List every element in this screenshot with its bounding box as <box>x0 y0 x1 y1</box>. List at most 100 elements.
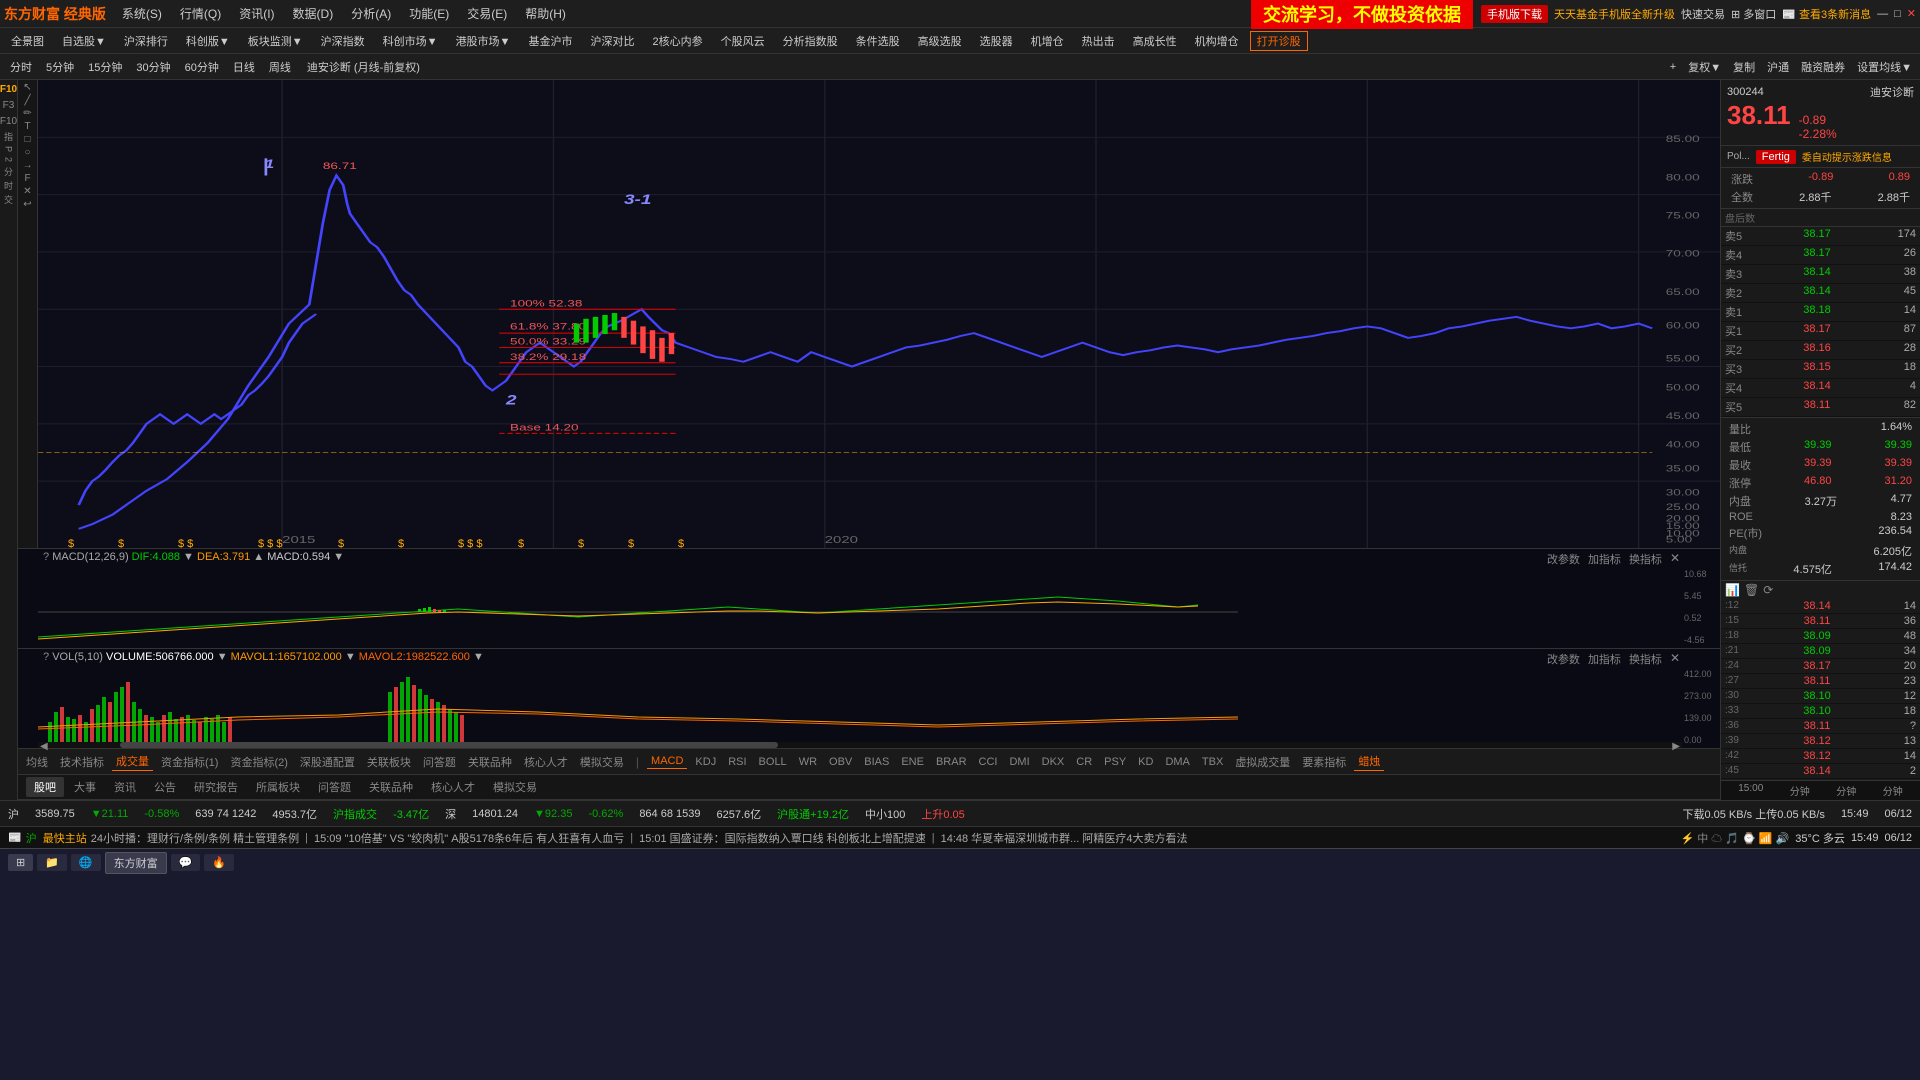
ind-tab-related[interactable]: 关联品种 <box>464 753 516 771</box>
nav-system[interactable]: 系统(S) <box>114 3 170 24</box>
quick-trade[interactable]: 快速交易 <box>1681 6 1725 22</box>
ind-cci[interactable]: CCI <box>975 755 1002 769</box>
nav-analysis[interactable]: 分析(A) <box>343 3 399 24</box>
ind-kd[interactable]: KD <box>1134 755 1157 769</box>
tab-events[interactable]: 大事 <box>66 777 104 797</box>
tab-simulate[interactable]: 模拟交易 <box>485 777 545 797</box>
ind-tab-qa[interactable]: 问答题 <box>419 753 460 771</box>
scroll-right[interactable]: ▶ <box>1672 741 1680 752</box>
draw-pen[interactable]: ✏ <box>23 108 31 119</box>
multi-screen[interactable]: ⊞ 多窗口 <box>1731 6 1776 22</box>
news-text3[interactable]: 15:01 国盛证券：国际指数纳入覃口线 科创板北上增配提速 <box>639 830 926 846</box>
sidebar-indicator2[interactable]: 2 <box>4 155 14 164</box>
ind-ene[interactable]: ENE <box>897 755 928 769</box>
ind-rsi[interactable]: RSI <box>724 755 750 769</box>
zoom-in-icon[interactable]: + <box>1666 60 1680 74</box>
draw-clear[interactable]: ✕ <box>23 186 31 197</box>
macd-switch[interactable]: 换指标 <box>1629 551 1662 567</box>
hutong[interactable]: 沪通 <box>1763 58 1793 76</box>
tab-related[interactable]: 关联品种 <box>361 777 421 797</box>
tab-news[interactable]: 资讯 <box>106 777 144 797</box>
window-min[interactable]: — <box>1877 8 1888 20</box>
btn-selector[interactable]: 选股器 <box>973 31 1020 51</box>
draw-fib[interactable]: F <box>24 173 30 184</box>
ind-tbx[interactable]: TBX <box>1198 755 1227 769</box>
btn-condition[interactable]: 条件选股 <box>849 31 907 51</box>
ind-virtual[interactable]: 虚拟成交量 <box>1231 753 1294 771</box>
taskbar-start[interactable]: ⊞ <box>8 854 33 871</box>
set-avg[interactable]: 设置均线▼ <box>1853 58 1916 76</box>
tf-30[interactable]: 30分钟 <box>130 58 176 76</box>
btn-sector[interactable]: 板块监测▼ <box>241 31 310 51</box>
ind-kdj[interactable]: KDJ <box>691 755 720 769</box>
btn-shrank[interactable]: 沪深排行 <box>117 31 175 51</box>
taskbar-app[interactable]: 东方财富 <box>105 852 167 874</box>
nav-info[interactable]: 资讯(I) <box>231 3 282 24</box>
btn-kcmarket[interactable]: 科创市场▼ <box>376 31 445 51</box>
taskbar-browser[interactable]: 🌐 <box>71 854 101 871</box>
sidebar-f3[interactable]: F3 <box>3 98 15 113</box>
vol-add[interactable]: 加指标 <box>1588 651 1621 667</box>
tab-sector[interactable]: 所属板块 <box>248 777 308 797</box>
nav-market[interactable]: 行情(Q) <box>172 3 229 24</box>
draw-rect[interactable]: □ <box>24 134 30 145</box>
ind-tab-capital2[interactable]: 资金指标(2) <box>226 753 291 771</box>
btn-15min[interactable]: 15:00 <box>1738 783 1763 798</box>
zoom-reset[interactable]: 复权▼ <box>1684 58 1725 76</box>
btn-compare[interactable]: 沪深对比 <box>583 31 641 51</box>
tf-15[interactable]: 15分钟 <box>82 58 128 76</box>
ind-tab-sector[interactable]: 关联板块 <box>363 753 415 771</box>
scrollbar-thumb[interactable] <box>120 742 778 748</box>
ind-boll[interactable]: BOLL <box>755 755 791 769</box>
tf-60[interactable]: 60分钟 <box>179 58 225 76</box>
sidebar-f10b[interactable]: F10 <box>0 114 17 129</box>
tab-notice[interactable]: 公告 <box>146 777 184 797</box>
ind-obv[interactable]: OBV <box>825 755 856 769</box>
ind-psy[interactable]: PSY <box>1100 755 1130 769</box>
tab-core[interactable]: 核心人才 <box>423 777 483 797</box>
sidebar-shi[interactable]: 时 <box>2 179 15 192</box>
ind-brar[interactable]: BRAR <box>932 755 971 769</box>
ind-tab-capital[interactable]: 资金指标(1) <box>157 753 222 771</box>
draw-circle[interactable]: ○ <box>24 147 30 158</box>
sidebar-jiao[interactable]: 交 <box>2 193 15 206</box>
vol-switch[interactable]: 换指标 <box>1629 651 1662 667</box>
chart-scrollbar[interactable]: ◀ ▶ <box>38 742 1682 748</box>
tf-day[interactable]: 日线 <box>227 58 261 76</box>
btn-fen-tab[interactable]: 分钟 <box>1790 783 1810 798</box>
vol-close[interactable]: ✕ <box>1670 651 1680 667</box>
btn-kcb[interactable]: 科创版▼ <box>179 31 237 51</box>
nav-function[interactable]: 功能(E) <box>401 3 457 24</box>
news-text4[interactable]: 14:48 华夏幸福深圳城市群... 阿精医疗4大卖方看法 <box>941 830 1188 846</box>
btn-overview[interactable]: 全景图 <box>4 31 51 51</box>
draw-text[interactable]: T <box>24 121 30 132</box>
ind-tab-avg[interactable]: 均线 <box>22 753 52 771</box>
rp-tool-delete[interactable]: 🗑 <box>1744 583 1759 597</box>
margin[interactable]: 融资融券 <box>1797 58 1849 76</box>
news-notify[interactable]: 📰 查看3条新消息 <box>1782 6 1871 22</box>
window-max[interactable]: □ <box>1894 8 1901 20</box>
ind-candle[interactable]: 蜡烛 <box>1354 752 1384 771</box>
btn-inst[interactable]: 机构增仓 <box>1188 31 1246 51</box>
macd-params[interactable]: 改参数 <box>1547 551 1580 567</box>
news-sh-label[interactable]: 沪 <box>26 830 37 846</box>
ind-macd[interactable]: MACD <box>647 754 687 769</box>
draw-cursor[interactable]: ↖ <box>23 82 31 93</box>
btn-advanced[interactable]: 高级选股 <box>911 31 969 51</box>
btn-core[interactable]: 2核心内参 <box>645 31 709 51</box>
btn-fen-tab2[interactable]: 分钟 <box>1836 783 1856 798</box>
sidebar-indicator1[interactable]: 指 <box>2 130 15 143</box>
ind-dkx[interactable]: DKX <box>1038 755 1069 769</box>
rp-tool-refresh[interactable]: ⟳ <box>1763 583 1773 597</box>
nav-trade[interactable]: 交易(E) <box>459 3 515 24</box>
tab-qa[interactable]: 问答题 <box>310 777 359 797</box>
btn-diagnosis[interactable]: 打开诊股 <box>1250 31 1308 51</box>
nav-help[interactable]: 帮助(H) <box>517 3 574 24</box>
sidebar-p[interactable]: P <box>4 144 14 154</box>
nav-data[interactable]: 数据(D) <box>285 3 342 24</box>
taskbar-explorer[interactable]: 📁 <box>37 854 67 871</box>
taskbar-other[interactable]: 🔥 <box>204 854 234 871</box>
btn-fund-sh[interactable]: 基金沪市 <box>521 31 579 51</box>
news-text1[interactable]: 24小时播：理财行/条例/条例 精土管理条例 <box>91 830 299 846</box>
btn-watchlist[interactable]: 自选股▼ <box>55 31 113 51</box>
